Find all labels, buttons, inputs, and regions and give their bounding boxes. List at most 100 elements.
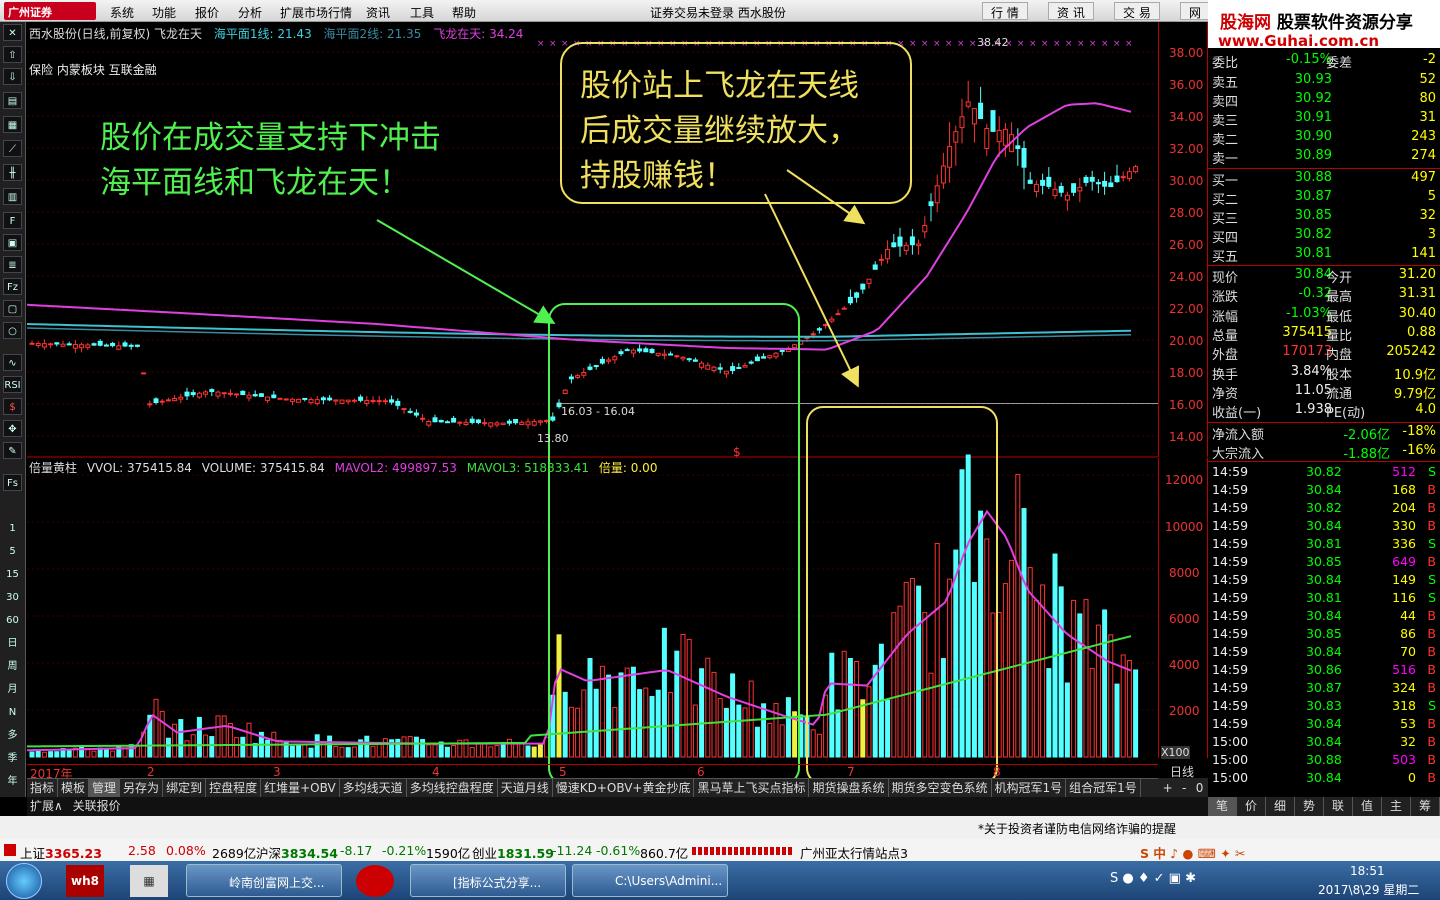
tab-link[interactable]: 联 — [1324, 797, 1353, 816]
expand-tab[interactable]: 扩展∧ — [27, 797, 66, 815]
arrow-up-icon[interactable]: ⇧ — [3, 46, 22, 63]
period-n[interactable]: N — [3, 704, 22, 721]
server-site[interactable]: 广州亚太行情站点3 — [800, 843, 908, 862]
indicator-tab[interactable]: 组合冠军1号 — [1066, 779, 1141, 797]
tray-icons[interactable]: S ● ♦ ✓ ▣ ✱ — [1110, 871, 1196, 886]
trade-button[interactable]: 交 易 — [1114, 2, 1160, 20]
indicator-tab[interactable]: 管理 — [89, 779, 121, 797]
table-icon[interactable]: ▦ — [3, 116, 22, 133]
period-day[interactable]: 日 — [3, 635, 22, 652]
period-week[interactable]: 周 — [3, 658, 22, 675]
draw-icon[interactable]: ✎ — [3, 442, 22, 459]
ask-row[interactable]: 卖三 30.91 31 — [1208, 110, 1440, 129]
bid-row[interactable]: 买一 30.88 497 — [1208, 170, 1440, 189]
task-browser[interactable]: [指标公式分享... — [410, 864, 566, 897]
bid-row[interactable]: 买五 30.81 141 — [1208, 246, 1440, 265]
period-5min[interactable]: 5 — [3, 543, 22, 560]
rsi-icon[interactable]: RSI — [3, 376, 22, 393]
fiz-icon[interactable]: Fz — [3, 278, 22, 295]
menu-system[interactable]: 系统 — [110, 4, 134, 21]
tab-ticks[interactable]: 笔 — [1208, 797, 1237, 816]
calculator-icon[interactable]: ▦ — [130, 865, 168, 897]
period-year[interactable]: 年 — [3, 773, 22, 790]
menu-tools[interactable]: 工具 — [410, 4, 434, 21]
period-15min[interactable]: 15 — [3, 566, 22, 583]
tab-price[interactable]: 价 — [1237, 797, 1266, 816]
clock-time[interactable]: 18:51 — [1350, 864, 1385, 878]
web-button[interactable]: 网 — [1180, 2, 1211, 20]
bid-row[interactable]: 买二 30.87 5 — [1208, 189, 1440, 208]
line-chart-icon[interactable]: ⟋ — [3, 140, 22, 157]
menu-quote[interactable]: 报价 — [195, 4, 219, 21]
indicator-tab[interactable]: 多均线控盘程度 — [407, 779, 498, 797]
period-month[interactable]: 月 — [3, 681, 22, 698]
period-30min[interactable]: 30 — [3, 589, 22, 606]
indicator-tab[interactable]: 慢速KD+OBV+黄金抄底 — [553, 779, 695, 797]
menu-function[interactable]: 功能 — [152, 4, 176, 21]
indicator-tab[interactable]: 天道月线 — [498, 779, 553, 797]
menu-news[interactable]: 资讯 — [366, 4, 390, 21]
tab-detail[interactable]: 细 — [1266, 797, 1295, 816]
move-icon[interactable]: ✥ — [3, 420, 22, 437]
indicator-name[interactable]: 飞龙在天 — [154, 27, 202, 41]
detail-icon[interactable]: ▣ — [3, 234, 22, 251]
indicator-tab[interactable]: 绑定到 — [163, 779, 207, 797]
tab-main[interactable]: 主 — [1382, 797, 1411, 816]
indicator-tab[interactable]: 模板 — [58, 779, 90, 797]
bid-row[interactable]: 买三 30.85 32 — [1208, 208, 1440, 227]
zoom-in-button[interactable]: + — [1163, 781, 1173, 795]
fraud-notice-link[interactable]: *关于投资者谨防电信网络诈骗的提醒 — [978, 820, 1176, 837]
period-1min[interactable]: 1 — [3, 520, 22, 537]
wave-icon[interactable]: ∿ — [3, 354, 22, 371]
indicator-tab[interactable]: 多均线天道 — [340, 779, 407, 797]
kline-icon[interactable]: ╫ — [3, 164, 22, 181]
reset-button[interactable]: 0 — [1196, 781, 1204, 795]
tab-value[interactable]: 值 — [1353, 797, 1382, 816]
vol-indicator-name[interactable]: 倍量黄柱 — [29, 461, 77, 475]
menu-analysis[interactable]: 分析 — [238, 4, 262, 21]
news-button[interactable]: 资 讯 — [1048, 2, 1094, 20]
circle-icon[interactable]: ○ — [3, 322, 22, 339]
wh8-app-icon[interactable]: wh8 — [66, 865, 104, 897]
red-app-icon[interactable] — [356, 865, 394, 897]
list-icon[interactable]: ≣ — [3, 256, 22, 273]
task-broker-app[interactable]: 岭南创富网上交... — [186, 864, 342, 897]
arrow-down-icon[interactable]: ⇩ — [3, 68, 22, 85]
period-60min[interactable]: 60 — [3, 612, 22, 629]
fs-button[interactable]: Fs — [3, 474, 22, 491]
related-quote-tab[interactable]: 关联报价 — [70, 797, 124, 815]
report-icon[interactable]: ▤ — [3, 92, 22, 109]
task-explorer[interactable]: C:\Users\Admini... — [572, 864, 728, 897]
close-icon[interactable]: ✕ — [3, 24, 22, 41]
ime-icon[interactable]: S 中 ♪ ● ⌨ ✦ ✂ — [1140, 843, 1246, 862]
period-season[interactable]: 季 — [3, 750, 22, 767]
dollar-icon[interactable]: $ — [3, 398, 22, 415]
quote-button[interactable]: 行 情 — [982, 2, 1028, 20]
panel-icon[interactable]: ▢ — [3, 300, 22, 317]
indicator-tab[interactable]: 指标 — [27, 779, 59, 797]
indicator-tab[interactable]: 控盘程度 — [206, 779, 262, 797]
sector-tags[interactable]: 保险 内蒙板块 互联金融 — [29, 61, 157, 78]
indicator-tab[interactable]: 红堆量+OBV — [261, 779, 340, 797]
indicator-tab[interactable]: 机构冠军1号 — [992, 779, 1067, 797]
ask-row[interactable]: 卖二 30.90 243 — [1208, 129, 1440, 148]
ask-row[interactable]: 卖四 30.92 80 — [1208, 91, 1440, 110]
hs-label[interactable]: 沪深 — [256, 846, 281, 861]
indicator-tab[interactable]: 期货操盘系统 — [809, 779, 889, 797]
fund-icon[interactable]: F — [3, 212, 22, 229]
period-multi[interactable]: 多 — [3, 727, 22, 744]
menu-extended-market[interactable]: 扩展市场行情 — [280, 4, 352, 21]
indicator-tab[interactable]: 期货多空变色系统 — [889, 779, 992, 797]
sh-label[interactable]: 上证 — [20, 846, 45, 861]
tab-chips[interactable]: 筹 — [1411, 797, 1440, 816]
start-button[interactable] — [6, 863, 42, 899]
ask-row[interactable]: 卖一 30.89 274 — [1208, 148, 1440, 167]
cy-label[interactable]: 创业 — [472, 846, 497, 861]
ask-row[interactable]: 卖五 30.93 52 — [1208, 72, 1440, 91]
bid-row[interactable]: 买四 30.82 3 — [1208, 227, 1440, 246]
bar-chart-icon[interactable]: ▥ — [3, 188, 22, 205]
menu-help[interactable]: 帮助 — [452, 4, 476, 21]
zoom-out-button[interactable]: - — [1182, 781, 1186, 795]
indicator-tab[interactable]: 另存为 — [120, 779, 164, 797]
clock-date[interactable]: 2017\8\29 星期二 — [1318, 881, 1419, 898]
